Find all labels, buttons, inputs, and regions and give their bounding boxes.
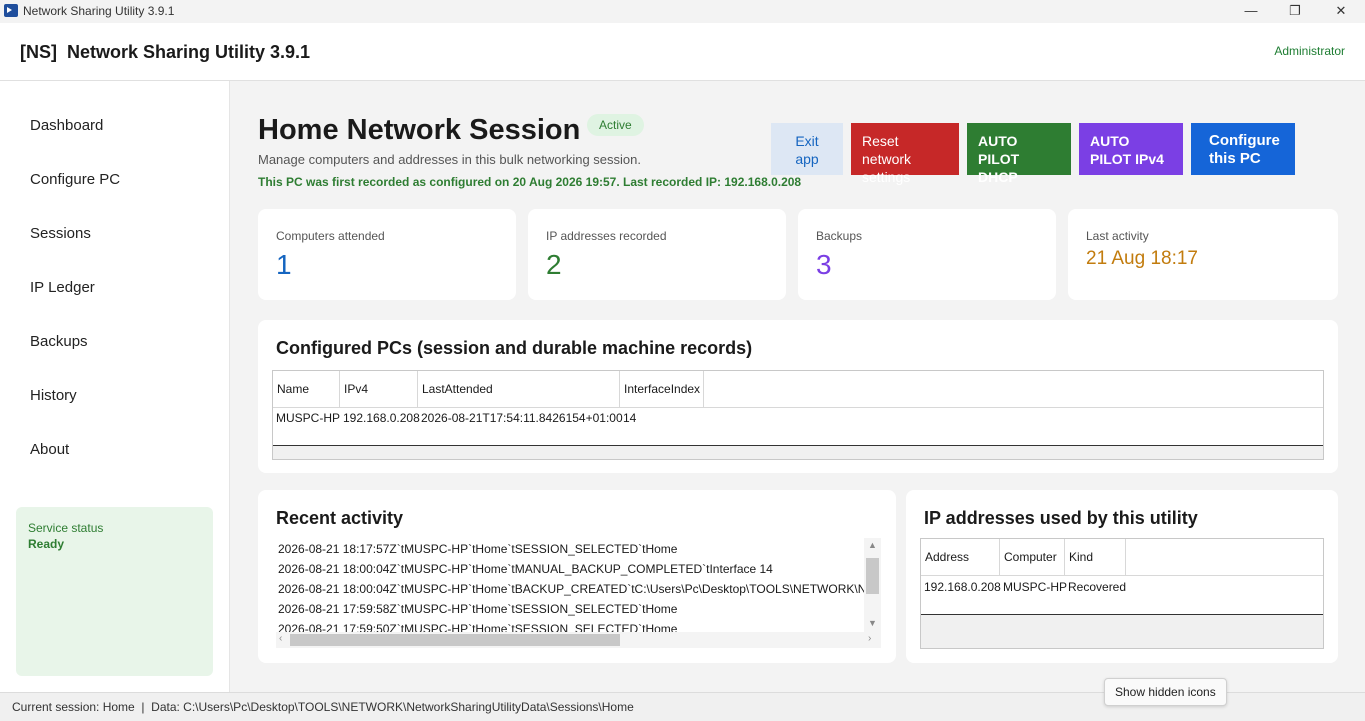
service-status-panel: Service status Ready xyxy=(16,507,213,676)
cell-address: 192.168.0.208 xyxy=(924,580,1001,594)
recent-activity-panel: Recent activity 2026-08-21 18:17:57Z`tMU… xyxy=(258,490,896,663)
stat-value: 21 Aug 18:17 xyxy=(1086,248,1198,269)
page-subtitle: Manage computers and addresses in this b… xyxy=(258,152,641,167)
log-line: 2026-08-21 17:59:58Z`tMUSPC-HP`tHome`tSE… xyxy=(278,602,678,616)
sidebar: Dashboard Configure PC Sessions IP Ledge… xyxy=(0,81,230,692)
column-header-lastattended[interactable]: LastAttended xyxy=(418,371,620,408)
cell-computer: MUSPC-HP xyxy=(1003,580,1068,594)
column-header-interfaceindex[interactable]: InterfaceIndex xyxy=(620,371,704,408)
configured-pcs-panel: Configured PCs (session and durable mach… xyxy=(258,320,1338,473)
stat-card-last-activity: Last activity 21 Aug 18:17 xyxy=(1068,209,1338,300)
scrollbar-thumb[interactable] xyxy=(866,558,879,594)
close-button[interactable]: ✕ xyxy=(1318,0,1364,23)
sidebar-item-ip-ledger[interactable]: IP Ledger xyxy=(30,279,95,296)
column-header-name[interactable]: Name xyxy=(273,371,340,408)
scroll-up-icon[interactable]: ▲ xyxy=(868,540,877,550)
stat-card-backups: Backups 3 xyxy=(798,209,1056,300)
scroll-down-icon[interactable]: ▼ xyxy=(868,618,877,628)
service-status-value: Ready xyxy=(28,537,65,551)
vertical-scrollbar[interactable]: ▲ ▼ xyxy=(864,538,881,632)
sidebar-item-about[interactable]: About xyxy=(30,441,69,458)
column-header-address[interactable]: Address xyxy=(921,539,1000,576)
service-status-label: Service status xyxy=(28,521,104,535)
section-title: Configured PCs (session and durable mach… xyxy=(276,338,753,358)
stat-label: IP addresses recorded xyxy=(546,229,667,243)
stat-label: Last activity xyxy=(1086,229,1149,243)
grid-header: Address Computer Kind xyxy=(921,539,1323,576)
stat-value: 1 xyxy=(276,249,292,280)
sidebar-item-configure-pc[interactable]: Configure PC xyxy=(30,171,120,188)
log-line: 2026-08-21 18:00:04Z`tMUSPC-HP`tHome`tBA… xyxy=(278,582,881,596)
cell-lastattended: 2026-08-21T17:54:11.8426154+01:00 xyxy=(421,411,623,425)
scrollbar-thumb[interactable] xyxy=(290,634,620,646)
ip-addresses-panel: IP addresses used by this utility Addres… xyxy=(906,490,1338,663)
minimize-button[interactable]: — xyxy=(1228,0,1274,23)
stat-label: Computers attended xyxy=(276,229,385,243)
sidebar-item-sessions[interactable]: Sessions xyxy=(30,225,91,242)
section-title: IP addresses used by this utility xyxy=(924,508,1198,528)
app-icon xyxy=(4,4,18,17)
grid-footer xyxy=(921,614,1323,648)
grid-header: Name IPv4 LastAttended InterfaceIndex xyxy=(273,371,1323,408)
app-header: [NS] Network Sharing Utility 3.9.1 Admin… xyxy=(0,23,1365,81)
section-title: Recent activity xyxy=(276,508,404,528)
cell-kind: Recovered xyxy=(1068,580,1127,594)
log-line: 2026-08-21 18:00:04Z`tMUSPC-HP`tHome`tMA… xyxy=(278,562,773,576)
window-title: Network Sharing Utility 3.9.1 xyxy=(23,4,175,18)
autopilot-ipv4-button[interactable]: AUTO PILOT IPv4 xyxy=(1079,123,1183,175)
sidebar-item-dashboard[interactable]: Dashboard xyxy=(30,117,103,134)
stat-card-computers: Computers attended 1 xyxy=(258,209,516,300)
activity-log[interactable]: 2026-08-21 18:17:57Z`tMUSPC-HP`tHome`tSE… xyxy=(276,538,881,648)
stat-value: 3 xyxy=(816,249,832,280)
column-header-kind[interactable]: Kind xyxy=(1065,539,1126,576)
configure-pc-button[interactable]: Configure this PC xyxy=(1191,123,1295,175)
cell-interfaceindex: 14 xyxy=(623,411,637,425)
autopilot-dhcp-button[interactable]: AUTO PILOT DHCP xyxy=(967,123,1071,185)
scroll-right-icon[interactable]: › xyxy=(868,633,871,644)
maximize-button[interactable]: ❐ xyxy=(1272,0,1318,23)
status-badge: Active xyxy=(587,114,644,136)
user-label: Administrator xyxy=(1274,44,1345,58)
stat-value: 2 xyxy=(546,249,562,280)
configured-pcs-grid[interactable]: Name IPv4 LastAttended InterfaceIndex MU… xyxy=(272,370,1324,460)
app-brand: [NS] Network Sharing Utility 3.9.1 xyxy=(20,42,311,62)
page-title: Home Network Session xyxy=(258,114,581,146)
column-header-ipv4[interactable]: IPv4 xyxy=(340,371,418,408)
reset-network-button[interactable]: Reset network settings xyxy=(851,123,959,185)
stat-card-ip-addresses: IP addresses recorded 2 xyxy=(528,209,786,300)
log-line: 2026-08-21 18:17:57Z`tMUSPC-HP`tHome`tSE… xyxy=(278,542,678,556)
sidebar-item-history[interactable]: History xyxy=(30,387,77,404)
cell-ipv4: 192.168.0.208 xyxy=(343,411,420,425)
cell-name: MUSPC-HP xyxy=(276,411,341,425)
scroll-left-icon[interactable]: ‹ xyxy=(279,633,282,644)
stat-label: Backups xyxy=(816,229,863,243)
horizontal-scrollbar[interactable]: ‹ › xyxy=(276,632,881,648)
tooltip: Show hidden icons xyxy=(1104,678,1227,706)
recorded-note: This PC was first recorded as configured… xyxy=(258,175,802,189)
column-header-computer[interactable]: Computer xyxy=(1000,539,1065,576)
exit-app-button[interactable]: Exit app xyxy=(771,123,843,175)
grid-footer xyxy=(273,445,1323,459)
ip-addresses-grid[interactable]: Address Computer Kind 192.168.0.208 MUSP… xyxy=(920,538,1324,649)
sidebar-item-backups[interactable]: Backups xyxy=(30,333,88,350)
status-bar-text: Current session: Home | Data: C:\Users\P… xyxy=(12,700,634,714)
title-bar: Network Sharing Utility 3.9.1 — ❐ ✕ xyxy=(0,0,1365,23)
